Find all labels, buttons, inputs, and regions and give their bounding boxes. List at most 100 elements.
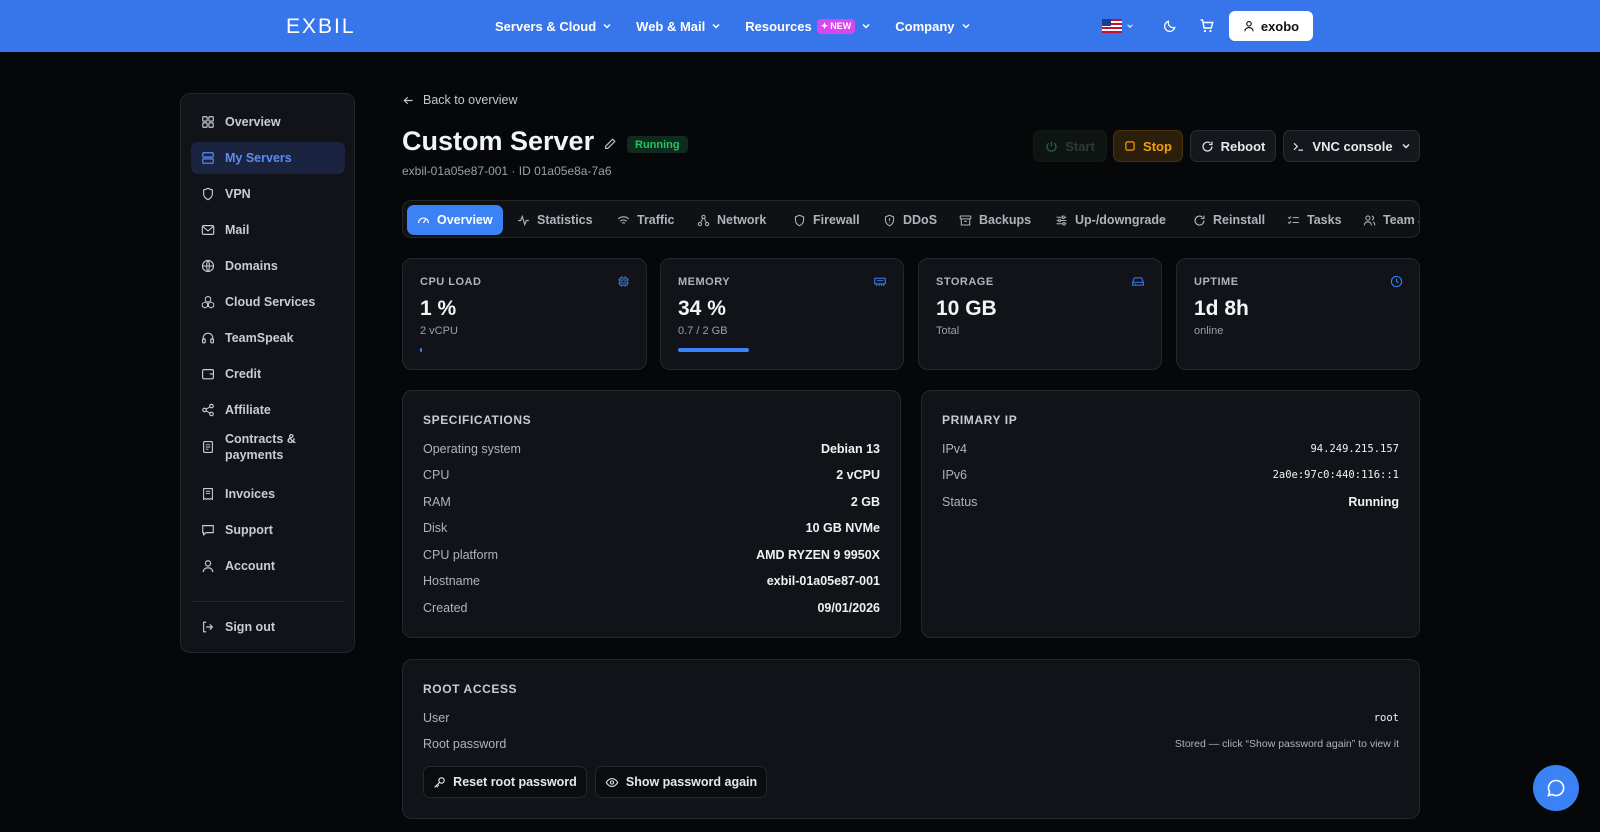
spec-value: 2 GB <box>850 495 880 509</box>
pencil-icon[interactable] <box>603 137 617 151</box>
ipv6-value[interactable]: 2a0e:97c0:440:116::1 <box>1273 469 1399 481</box>
panel-title: PRIMARY IP <box>942 413 1018 427</box>
key-icon <box>434 776 445 788</box>
root-user-key: User <box>423 711 450 725</box>
tab-backups[interactable]: Backups <box>959 205 1031 235</box>
user-icon <box>202 560 214 573</box>
nav-web-mail[interactable]: Web & Mail <box>636 19 721 34</box>
stat-label: MEMORY <box>678 276 731 288</box>
sidebar-item-label: Invoices <box>225 487 276 501</box>
start-button[interactable]: Start <box>1033 130 1107 162</box>
nav-servers-cloud[interactable]: Servers & Cloud <box>495 19 612 34</box>
nav-label: Resources <box>745 18 812 34</box>
tab-label: Traffic <box>637 213 675 227</box>
wallet-icon <box>202 369 214 380</box>
reboot-button[interactable]: Reboot <box>1190 130 1276 162</box>
sidebar-item-mail[interactable]: Mail <box>191 214 345 246</box>
show-password-button[interactable]: Show password again <box>595 766 767 798</box>
new-badge: ✦ NEW <box>816 18 856 34</box>
main-nav: Servers & Cloud Web & Mail Resources ✦ NE… <box>495 0 995 52</box>
ip-row: IPv4 94.249.215.157 <box>942 440 1399 458</box>
tab-network[interactable]: Network <box>697 205 766 235</box>
nav-company[interactable]: Company <box>895 19 970 34</box>
stat-value: 10 GB <box>936 297 997 320</box>
terminal-icon <box>1294 142 1304 151</box>
spec-value: AMD RYZEN 9 9950X <box>756 548 880 562</box>
spec-key: Created <box>423 601 468 615</box>
tab-statistics[interactable]: Statistics <box>517 205 593 235</box>
sidebar-item-vpn[interactable]: VPN <box>191 178 345 210</box>
moon-icon[interactable] <box>1163 18 1178 33</box>
sidebar-item-label: VPN <box>225 187 251 201</box>
panel-title: SPECIFICATIONS <box>423 413 532 427</box>
sidebar-item-label: Credit <box>225 367 262 381</box>
sidebar-item-account[interactable]: Account <box>191 550 345 582</box>
chevron-down-icon <box>603 23 611 29</box>
sidebar-item-my-servers[interactable]: My Servers <box>191 142 345 174</box>
tab-up-downgrade[interactable]: Up-/downgrade <box>1055 205 1166 235</box>
back-link-label: Back to overview <box>423 93 518 107</box>
stop-button[interactable]: Stop <box>1113 130 1183 162</box>
ipv4-value[interactable]: 94.249.215.157 <box>1310 443 1399 455</box>
contract-icon <box>203 441 213 453</box>
chat-bubble-icon <box>1547 779 1565 797</box>
primary-ip-panel: PRIMARY IP IPv4 94.249.215.157 IPv6 2a0e:9… <box>921 390 1420 638</box>
back-to-overview-link[interactable]: Back to overview <box>402 93 517 107</box>
logo[interactable]: EXBIL <box>286 15 356 39</box>
tab-label: Firewall <box>813 213 860 227</box>
server-tabs: Overview Statistics Traffic Network Fire… <box>402 200 1420 238</box>
stat-subtext: Total <box>936 325 960 337</box>
ip-key: IPv4 <box>942 442 968 456</box>
spec-key: CPU platform <box>423 548 499 562</box>
cart-icon[interactable] <box>1199 18 1215 34</box>
chat-support-button[interactable] <box>1533 765 1579 811</box>
sidebar-item-cloud-services[interactable]: Cloud Services <box>191 286 345 318</box>
sidebar-item-label: Cloud Services <box>225 295 316 309</box>
stop-icon <box>1125 141 1135 151</box>
show-password-label: Show password again <box>625 775 758 789</box>
chevron-down-icon[interactable] <box>1126 22 1134 30</box>
us-flag-icon[interactable] <box>1102 19 1122 33</box>
panel-title: ROOT ACCESS <box>423 682 518 696</box>
globe-icon <box>201 259 215 273</box>
stat-label: CPU LOAD <box>420 276 482 288</box>
tab-team-access[interactable]: Team access <box>1363 205 1419 235</box>
tab-tasks[interactable]: Tasks <box>1287 205 1342 235</box>
sidebar-item-sign-out[interactable]: Sign out <box>191 611 345 643</box>
sidebar-item-credit[interactable]: Credit <box>191 358 345 390</box>
tab-overview[interactable]: Overview <box>407 205 503 235</box>
vnc-console-button[interactable]: VNC console <box>1283 130 1420 162</box>
stat-subtext: online <box>1194 325 1224 337</box>
ip-key: Status <box>942 495 978 509</box>
account-button-label: exobo <box>1260 18 1300 34</box>
spec-value: 10 GB NVMe <box>805 521 880 535</box>
tab-firewall[interactable]: Firewall <box>793 205 860 235</box>
sidebar-item-overview[interactable]: Overview <box>191 106 345 138</box>
tab-reinstall[interactable]: Reinstall <box>1193 205 1265 235</box>
shield-alert-icon <box>884 214 895 226</box>
headset-icon <box>202 332 214 344</box>
sidebar-item-invoices[interactable]: Invoices <box>191 478 345 510</box>
sidebar-item-contracts[interactable]: Contracts & payments <box>191 427 345 467</box>
tab-label: Overview <box>437 213 493 227</box>
sidebar-item-support[interactable]: Support <box>191 514 345 546</box>
tab-ddos[interactable]: DDoS <box>883 205 937 235</box>
nav-resources[interactable]: Resources ✦ NEW <box>745 18 871 34</box>
invoice-icon <box>203 488 213 501</box>
sign-out-icon <box>203 621 214 633</box>
server-icon <box>202 152 214 164</box>
account-button[interactable]: exobo <box>1229 11 1313 41</box>
sidebar-item-teamspeak[interactable]: TeamSpeak <box>191 322 345 354</box>
stat-label: UPTIME <box>1194 276 1239 288</box>
sidebar-item-affiliate[interactable]: Affiliate <box>191 394 345 426</box>
tab-label: DDoS <box>903 213 938 227</box>
tab-traffic[interactable]: Traffic <box>617 205 675 235</box>
stat-label: STORAGE <box>936 276 994 288</box>
tab-label: Team access <box>1383 213 1419 227</box>
sidebar-item-domains[interactable]: Domains <box>191 250 345 282</box>
stop-button-label: Stop <box>1143 138 1172 154</box>
stat-card-storage: STORAGE 10 GB Total <box>918 258 1162 370</box>
reset-root-password-button[interactable]: Reset root password <box>423 766 587 798</box>
power-icon <box>1046 140 1057 152</box>
sidebar-item-label: Mail <box>225 223 250 237</box>
